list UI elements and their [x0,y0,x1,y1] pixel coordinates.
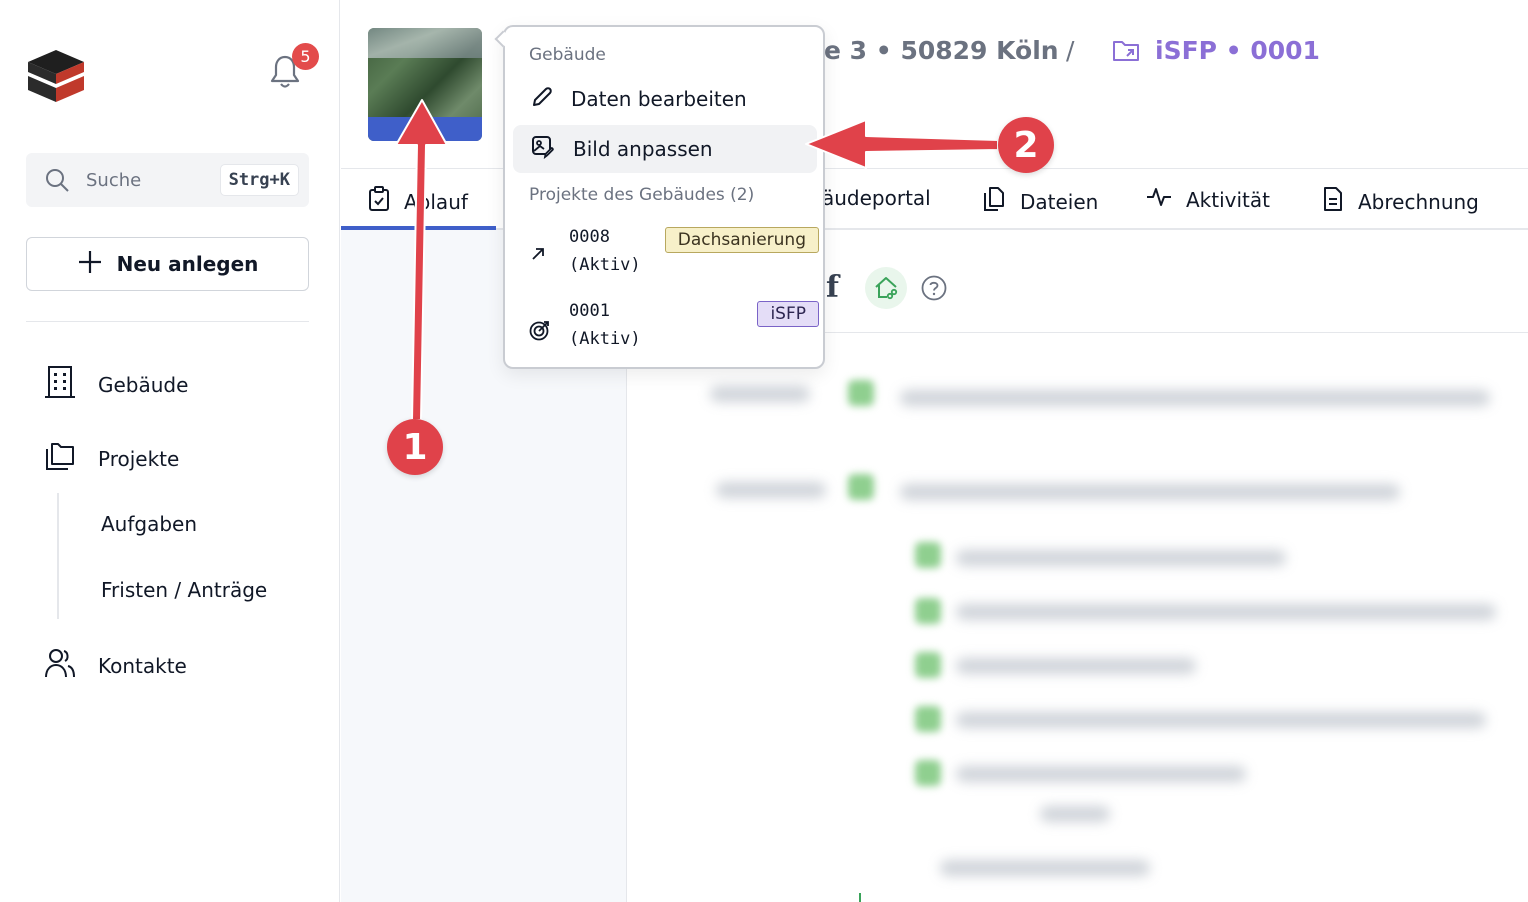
activity-icon [1146,186,1172,213]
tab-label: Ablauf [404,189,468,214]
sidebar-item-label: Projekte [98,446,180,471]
annotation-badge-2: 2 [998,117,1054,173]
document-icon [1322,186,1344,217]
menu-item-label: Daten bearbeiten [571,87,747,111]
project-type-badge: Dachsanierung [664,227,819,253]
tab-label: Dateien [1020,189,1099,214]
breadcrumb-separator: / [1066,36,1075,65]
arrow-2 [805,119,999,169]
project-row-0001[interactable]: 0001 (Aktiv) iSFP [529,301,819,361]
popover-section-projects: Projekte des Gebäudes (2) [529,185,755,205]
building-popover-menu: Gebäude Daten bearbeiten Bild anpassen P… [494,25,825,369]
sidebar-item-tasks[interactable]: Aufgaben [101,512,197,536]
projects-subnav-line [57,493,59,619]
project-type-badge: iSFP [757,301,819,327]
sidebar-divider [26,321,309,322]
notification-count-badge: 5 [292,43,319,70]
project-status: (Aktiv) [569,329,641,349]
project-title[interactable]: iSFP • 0001 [1155,36,1320,65]
building-icon [44,365,76,404]
search-shortcut: Strg+K [219,164,299,196]
popover-section-building: Gebäude [529,45,606,65]
edit-data-menu-item[interactable]: Daten bearbeiten [513,75,817,123]
sidebar: 5 Suche Strg+K Neu anlegen Gebäude Proje… [0,0,340,902]
files-icon [982,186,1006,217]
project-number: 0001 [569,301,610,321]
thumbnail-road [368,28,482,58]
facebook-icon[interactable]: f [826,270,839,305]
project-status: (Aktiv) [569,255,641,275]
search-input[interactable]: Suche Strg+K [26,153,309,207]
pencil-icon [531,86,553,113]
new-item-button[interactable]: Neu anlegen [26,237,309,291]
popover-caret [494,30,512,48]
building-image-thumbnail[interactable] [368,28,482,141]
sidebar-item-label: Gebäude [98,372,189,397]
home-share-icon[interactable] [865,267,907,309]
plus-icon [77,249,103,280]
adjust-image-menu-item[interactable]: Bild anpassen [513,125,817,173]
sidebar-item-projects[interactable]: Projekte [44,440,179,477]
app-logo[interactable] [24,44,88,108]
folders-icon [44,440,76,477]
sidebar-item-contacts[interactable]: Kontakte [44,647,187,684]
folder-link-icon [1112,38,1140,68]
project-number: 0008 [569,227,610,247]
image-edit-icon [531,135,555,164]
building-address[interactable]: e 3 • 50829 Köln [824,36,1059,65]
contacts-icon [44,647,76,684]
tab-label: Abrechnung [1358,189,1479,214]
search-placeholder: Suche [86,170,142,191]
tab-ablauf[interactable]: Ablauf [368,186,468,217]
thumbnail-overlay-bar [368,117,482,141]
tab-label: äudeportal [822,186,931,210]
arrow-up-right-icon [529,245,547,267]
target-icon [529,319,551,345]
menu-item-label: Bild anpassen [573,137,713,161]
clipboard-check-icon [368,186,390,217]
tab-files[interactable]: Dateien [982,186,1098,217]
help-icon[interactable] [921,275,947,305]
search-icon [44,167,70,197]
tab-building-portal[interactable]: äudeportal [822,186,931,210]
tab-label: Aktivität [1186,187,1270,212]
sidebar-item-label: Kontakte [98,653,187,678]
project-row-0008[interactable]: 0008 (Aktiv) Dachsanierung [529,227,819,287]
new-item-label: Neu anlegen [116,252,259,276]
tab-activity[interactable]: Aktivität [1146,186,1270,213]
sidebar-item-buildings[interactable]: Gebäude [44,365,188,404]
tab-billing[interactable]: Abrechnung [1322,186,1479,217]
sidebar-item-deadlines[interactable]: Fristen / Anträge [101,578,267,602]
annotation-badge-1: 1 [387,419,443,475]
